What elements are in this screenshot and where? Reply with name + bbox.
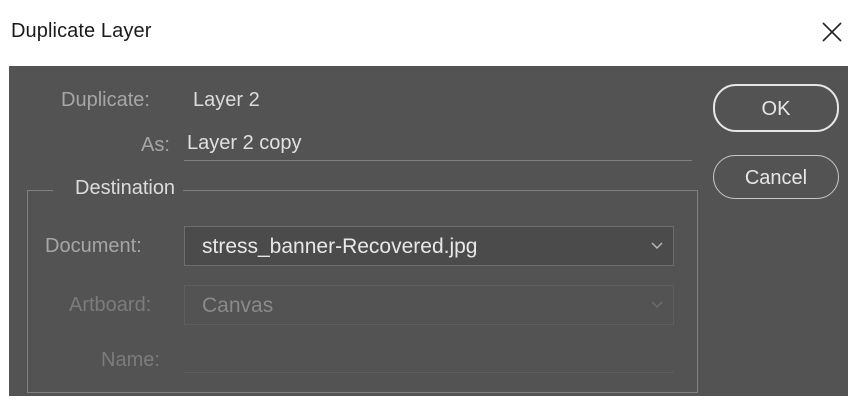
- close-button[interactable]: [804, 10, 848, 54]
- name-label: Name:: [101, 349, 160, 371]
- artboard-label: Artboard:: [69, 294, 152, 316]
- close-icon: [822, 22, 842, 42]
- chevron-down-icon: [651, 301, 663, 308]
- artboard-select-value: Canvas: [202, 294, 274, 317]
- dialog-body: Duplicate: Layer 2 As: OK Cancel Destina…: [9, 66, 848, 396]
- duplicate-value: Layer 2: [193, 89, 260, 111]
- title-bar: Duplicate Layer: [0, 0, 848, 66]
- chevron-down-icon: [651, 242, 663, 249]
- as-input[interactable]: [184, 128, 687, 158]
- artboard-select: Canvas: [184, 285, 674, 325]
- as-field[interactable]: [184, 128, 692, 161]
- document-select-value: stress_banner-Recovered.jpg: [202, 235, 478, 258]
- ok-button[interactable]: OK: [713, 84, 839, 132]
- as-label: As:: [141, 134, 170, 156]
- document-select[interactable]: stress_banner-Recovered.jpg: [184, 226, 674, 266]
- destination-legend: Destination: [53, 177, 184, 200]
- destination-group: Destination Document: stress_banner-Reco…: [27, 177, 698, 393]
- dialog-title: Duplicate Layer: [11, 20, 152, 42]
- cancel-button[interactable]: Cancel: [713, 155, 839, 199]
- document-label: Document:: [45, 235, 142, 257]
- duplicate-label: Duplicate:: [61, 89, 150, 111]
- name-field: [184, 339, 674, 373]
